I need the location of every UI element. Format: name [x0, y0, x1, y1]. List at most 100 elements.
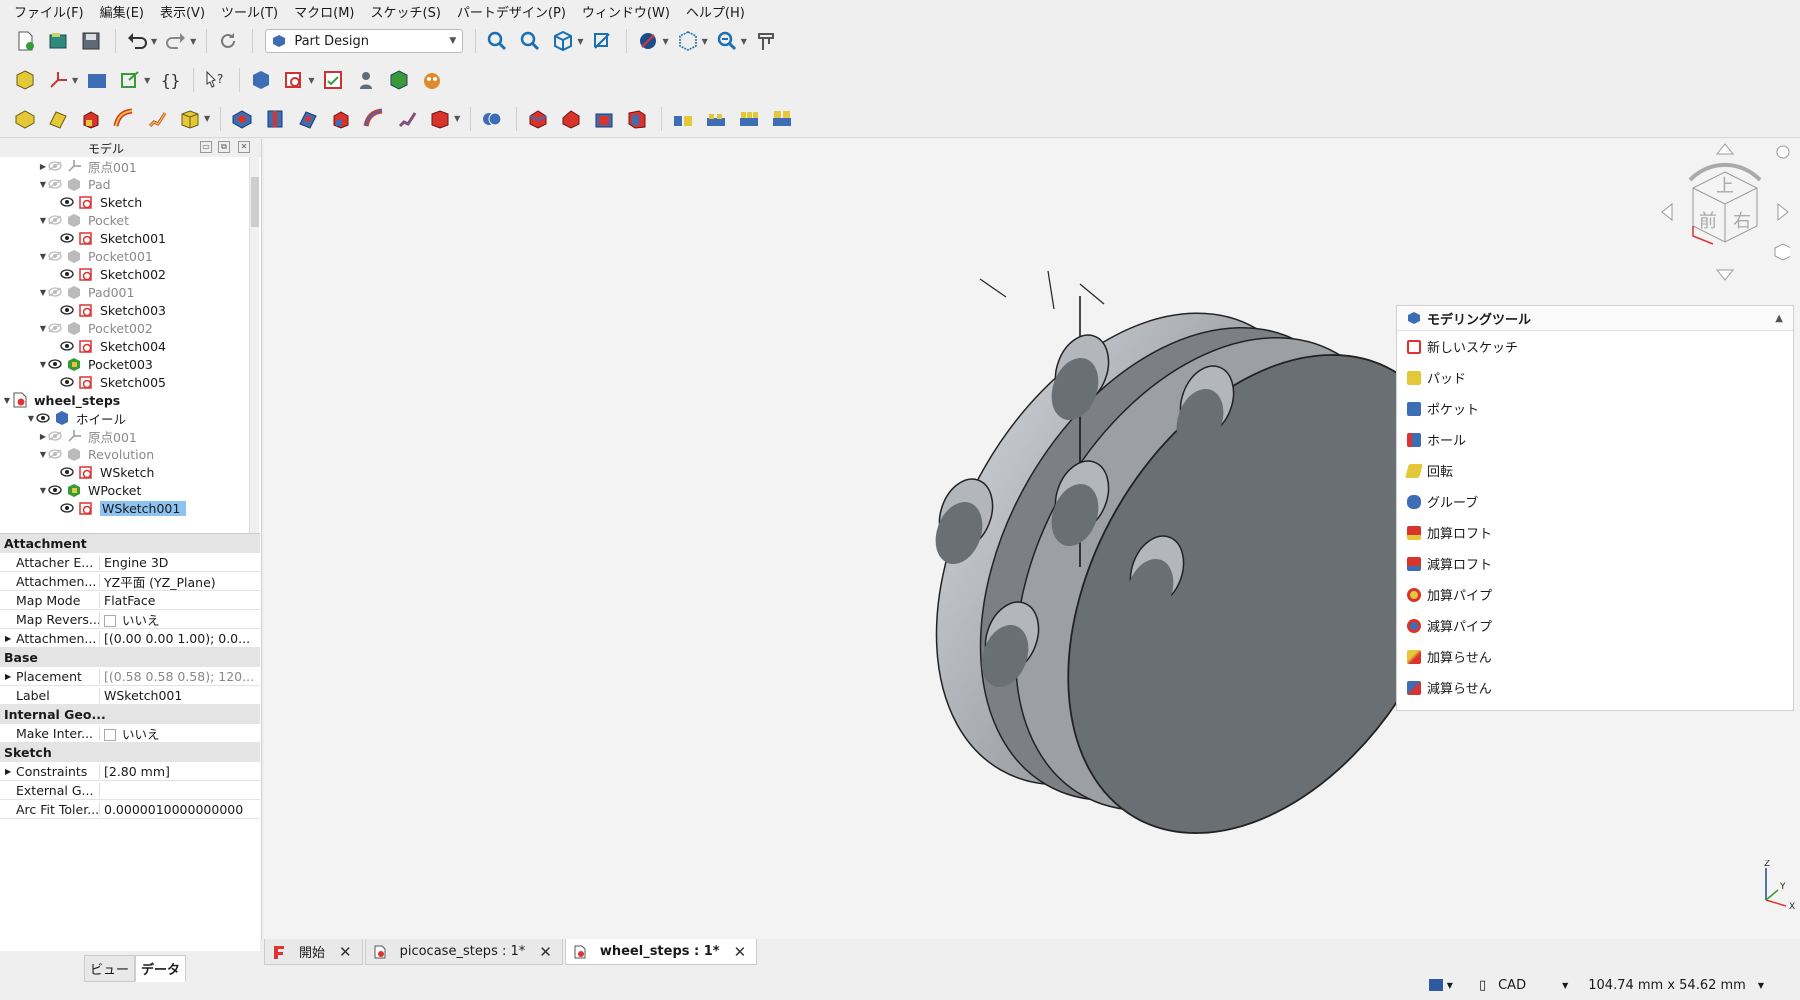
- navigation-style[interactable]: CAD: [1498, 978, 1526, 993]
- close-icon[interactable]: ✕: [238, 141, 250, 153]
- expand-icon[interactable]: ▶: [5, 672, 11, 681]
- shape-binder-button[interactable]: [351, 65, 381, 95]
- undo-button[interactable]: [122, 26, 152, 56]
- expand-icon[interactable]: ▼: [38, 486, 48, 495]
- tree-item[interactable]: ▼ Pocket002: [0, 319, 261, 337]
- pocket-button[interactable]: [227, 104, 257, 134]
- scrollbar-thumb[interactable]: [251, 177, 259, 227]
- eye-icon[interactable]: [60, 197, 74, 207]
- pad-button[interactable]: [10, 104, 40, 134]
- expand-icon[interactable]: ▼: [38, 360, 48, 369]
- fillet-button[interactable]: [523, 104, 553, 134]
- subshape-binder-button[interactable]: [384, 65, 414, 95]
- tree-item[interactable]: ▶ 原点001: [0, 427, 261, 445]
- checkbox[interactable]: [104, 729, 116, 741]
- tree-item[interactable]: ▼ Revolution: [0, 445, 261, 463]
- expand-icon[interactable]: ▼: [38, 252, 48, 261]
- panel-collapse-icon[interactable]: ▭: [200, 141, 212, 153]
- prop-row[interactable]: Make Inter... いいえ: [0, 724, 260, 743]
- eye-hidden-icon[interactable]: [48, 161, 62, 171]
- eye-hidden-icon[interactable]: [48, 323, 62, 333]
- tree-item[interactable]: Sketch: [0, 193, 261, 211]
- eye-hidden-icon[interactable]: [48, 431, 62, 441]
- task-revolution[interactable]: 回転: [1397, 455, 1793, 486]
- tree-item[interactable]: ▶ 原点001: [0, 157, 261, 175]
- task-pocket[interactable]: ポケット: [1397, 393, 1793, 424]
- thickness-button[interactable]: [622, 104, 652, 134]
- fit-all-button[interactable]: [482, 26, 512, 56]
- nav-arrow-left-icon[interactable]: [1661, 202, 1673, 222]
- macro-button[interactable]: {}: [154, 65, 184, 95]
- refresh-button[interactable]: [213, 26, 243, 56]
- tasks-header[interactable]: モデリングツール ▲: [1397, 306, 1793, 331]
- expand-icon[interactable]: ▶: [38, 162, 48, 171]
- workbench-selector[interactable]: Part Design ▼: [265, 29, 464, 53]
- multi-transform-button[interactable]: [767, 104, 797, 134]
- subtractive-pipe-button[interactable]: [359, 104, 389, 134]
- menu-edit[interactable]: 編集(E): [92, 2, 152, 21]
- close-icon[interactable]: ✕: [734, 943, 747, 961]
- expand-icon[interactable]: ▼: [38, 180, 48, 189]
- eye-icon[interactable]: [60, 341, 74, 351]
- bounding-box-button[interactable]: [673, 26, 703, 56]
- task-pad[interactable]: パッド: [1397, 362, 1793, 393]
- tree-item[interactable]: ▼ Pocket003: [0, 355, 261, 373]
- tree-item[interactable]: ▼ Pad001: [0, 283, 261, 301]
- measure-button[interactable]: [712, 26, 742, 56]
- expand-icon[interactable]: ▶: [38, 432, 48, 441]
- whats-this-button[interactable]: ?: [200, 65, 230, 95]
- nav-face-top[interactable]: 上: [1716, 176, 1734, 197]
- nav-face-right[interactable]: 右: [1733, 211, 1751, 232]
- task-subtractive-helix[interactable]: 減算らせん: [1397, 672, 1793, 703]
- tree-item[interactable]: ▼ wheel_steps: [0, 391, 261, 409]
- mirrored-button[interactable]: [668, 104, 698, 134]
- expand-icon[interactable]: ▼: [38, 450, 48, 459]
- tree-scrollbar[interactable]: [249, 157, 259, 549]
- checkbox[interactable]: [104, 615, 116, 627]
- view-mode-icon[interactable]: [1428, 979, 1443, 991]
- expand-icon[interactable]: ▼: [38, 288, 48, 297]
- prop-row[interactable]: Attacher E... Engine 3D: [0, 553, 260, 572]
- tab-start[interactable]: 開始 ✕: [264, 939, 363, 965]
- tree-item[interactable]: ▼ ホイール: [0, 409, 261, 427]
- linear-pattern-button[interactable]: [701, 104, 731, 134]
- prop-row[interactable]: ▶ Placement [(0.58 0.58 0.58); 120...: [0, 667, 260, 686]
- additive-primitive-button[interactable]: [175, 104, 205, 134]
- chevron-down-icon[interactable]: ▼: [1447, 981, 1453, 990]
- eye-icon[interactable]: [60, 467, 74, 477]
- prop-row[interactable]: Map Revers... いいえ: [0, 610, 260, 629]
- subtractive-helix-button[interactable]: [392, 104, 422, 134]
- tree-item[interactable]: Sketch003: [0, 301, 261, 319]
- part-body-button[interactable]: [246, 65, 276, 95]
- draw-style-button[interactable]: [633, 26, 663, 56]
- prop-row[interactable]: Map Mode FlatFace: [0, 591, 260, 610]
- create-body-button[interactable]: [10, 65, 40, 95]
- expand-icon[interactable]: ▶: [5, 634, 11, 643]
- revolution-button[interactable]: [43, 104, 73, 134]
- expand-icon[interactable]: ▶: [5, 767, 11, 776]
- tree-item[interactable]: ▼ Pocket: [0, 211, 261, 229]
- eye-hidden-icon[interactable]: [48, 449, 62, 459]
- nav-arrow-up-icon[interactable]: [1715, 143, 1735, 155]
- dimension-button[interactable]: [751, 26, 781, 56]
- task-subtractive-loft[interactable]: 減算ロフト: [1397, 548, 1793, 579]
- redo-button[interactable]: [161, 26, 191, 56]
- expand-icon[interactable]: ▼: [38, 324, 48, 333]
- task-additive-loft[interactable]: 加算ロフト: [1397, 517, 1793, 548]
- task-hole[interactable]: ホール: [1397, 424, 1793, 455]
- tree-item[interactable]: Sketch001: [0, 229, 261, 247]
- menu-window[interactable]: ウィンドウ(W): [574, 2, 678, 21]
- sketch-view-button[interactable]: [587, 26, 617, 56]
- menu-tools[interactable]: ツール(T): [213, 2, 286, 21]
- menu-file[interactable]: ファイル(F): [6, 2, 92, 21]
- task-additive-helix[interactable]: 加算らせん: [1397, 641, 1793, 672]
- tab-picocase-steps[interactable]: picocase_steps : 1* ✕: [364, 939, 563, 965]
- tree-item[interactable]: Sketch004: [0, 337, 261, 355]
- expand-icon[interactable]: ▼: [2, 396, 12, 405]
- tree-item[interactable]: ▼ WPocket: [0, 481, 261, 499]
- menu-view[interactable]: 表示(V): [152, 2, 213, 21]
- chevron-down-icon[interactable]: ▼: [1758, 981, 1764, 990]
- groove-button[interactable]: [293, 104, 323, 134]
- tree-item[interactable]: Sketch005: [0, 373, 261, 391]
- task-new-sketch[interactable]: 新しいスケッチ: [1397, 331, 1793, 362]
